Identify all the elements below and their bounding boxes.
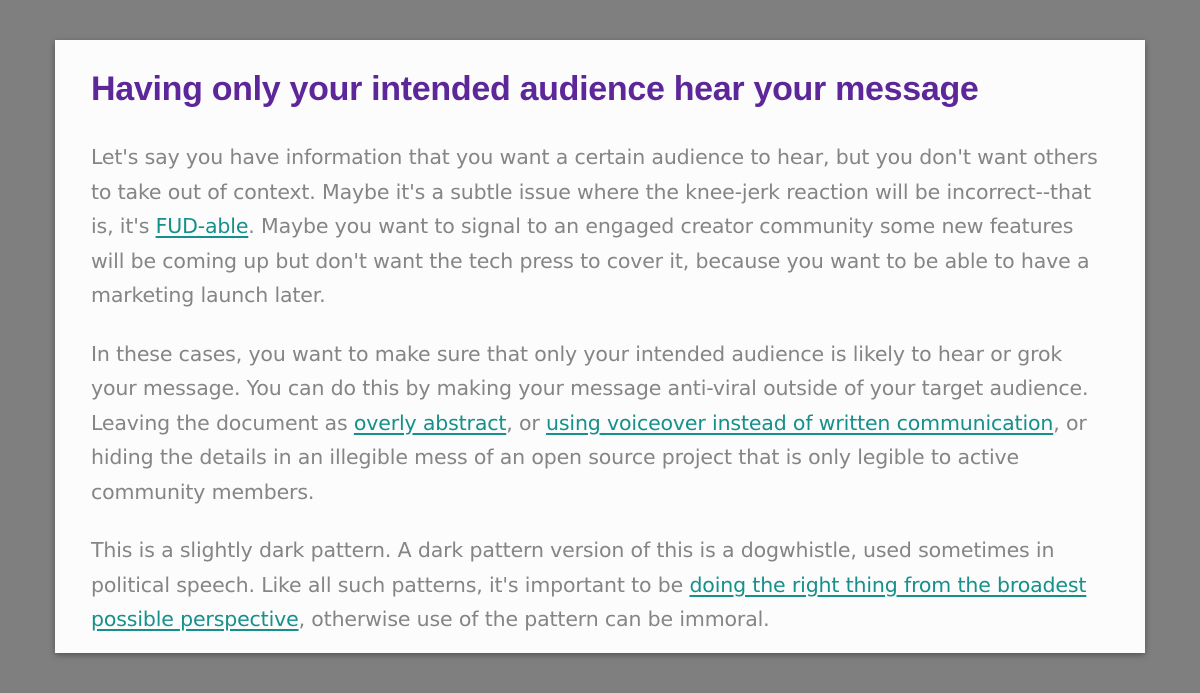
paragraph-2: In these cases, you want to make sure th… [91,337,1109,510]
paragraph-text: , or [506,410,547,435]
article-title: Having only your intended audience hear … [91,70,979,108]
paragraph-3: This is a slightly dark pattern. A dark … [91,533,1109,637]
voiceover-link[interactable]: using voiceover instead of written commu… [546,411,1053,435]
overly-abstract-link[interactable]: overly abstract [354,411,507,435]
article-card: Having only your intended audience hear … [55,40,1145,653]
paragraph-text: , otherwise use of the pattern can be im… [298,607,770,631]
fud-able-link[interactable]: FUD-able [156,214,249,238]
paragraph-1: Let's say you have information that you … [91,140,1109,313]
